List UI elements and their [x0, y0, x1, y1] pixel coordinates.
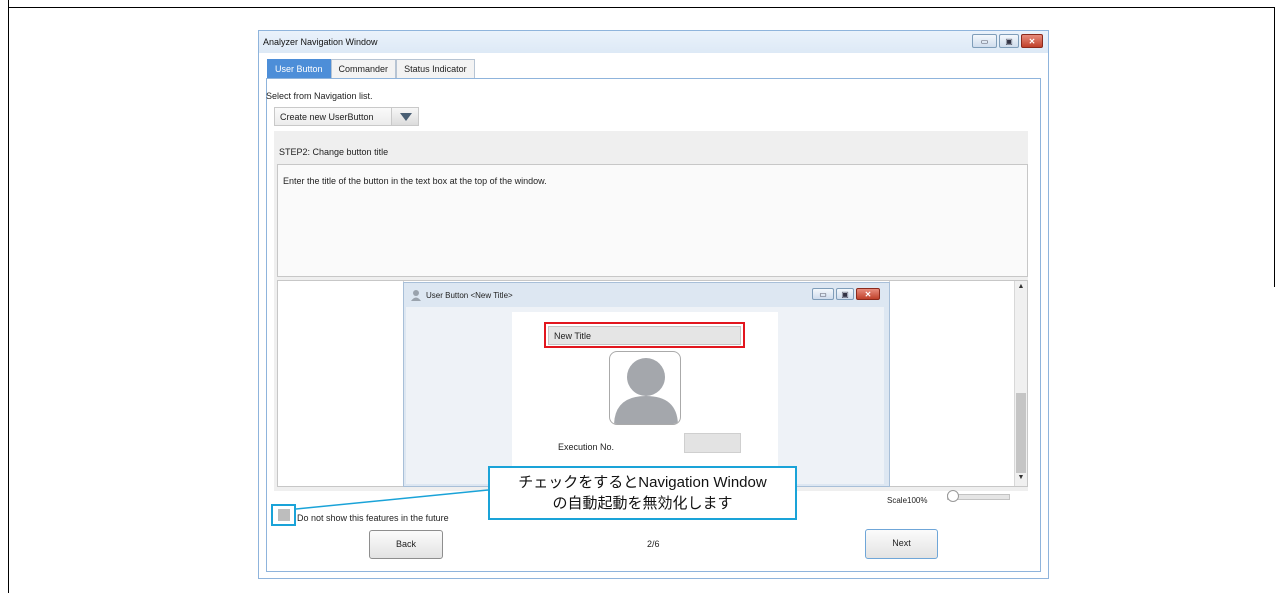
- do-not-show-label: Do not show this features in the future: [297, 513, 449, 523]
- callout-line-1: チェックをするとNavigation Window: [518, 474, 767, 491]
- page-indicator: 2/6: [647, 539, 660, 549]
- back-button[interactable]: Back: [369, 530, 443, 559]
- next-button[interactable]: Next: [865, 529, 938, 559]
- callout-line-2: の自動起動を無効化します: [552, 495, 733, 512]
- annotation-callout: チェックをするとNavigation Window の自動起動を無効化します: [488, 466, 797, 520]
- do-not-show-checkbox[interactable]: [278, 509, 290, 521]
